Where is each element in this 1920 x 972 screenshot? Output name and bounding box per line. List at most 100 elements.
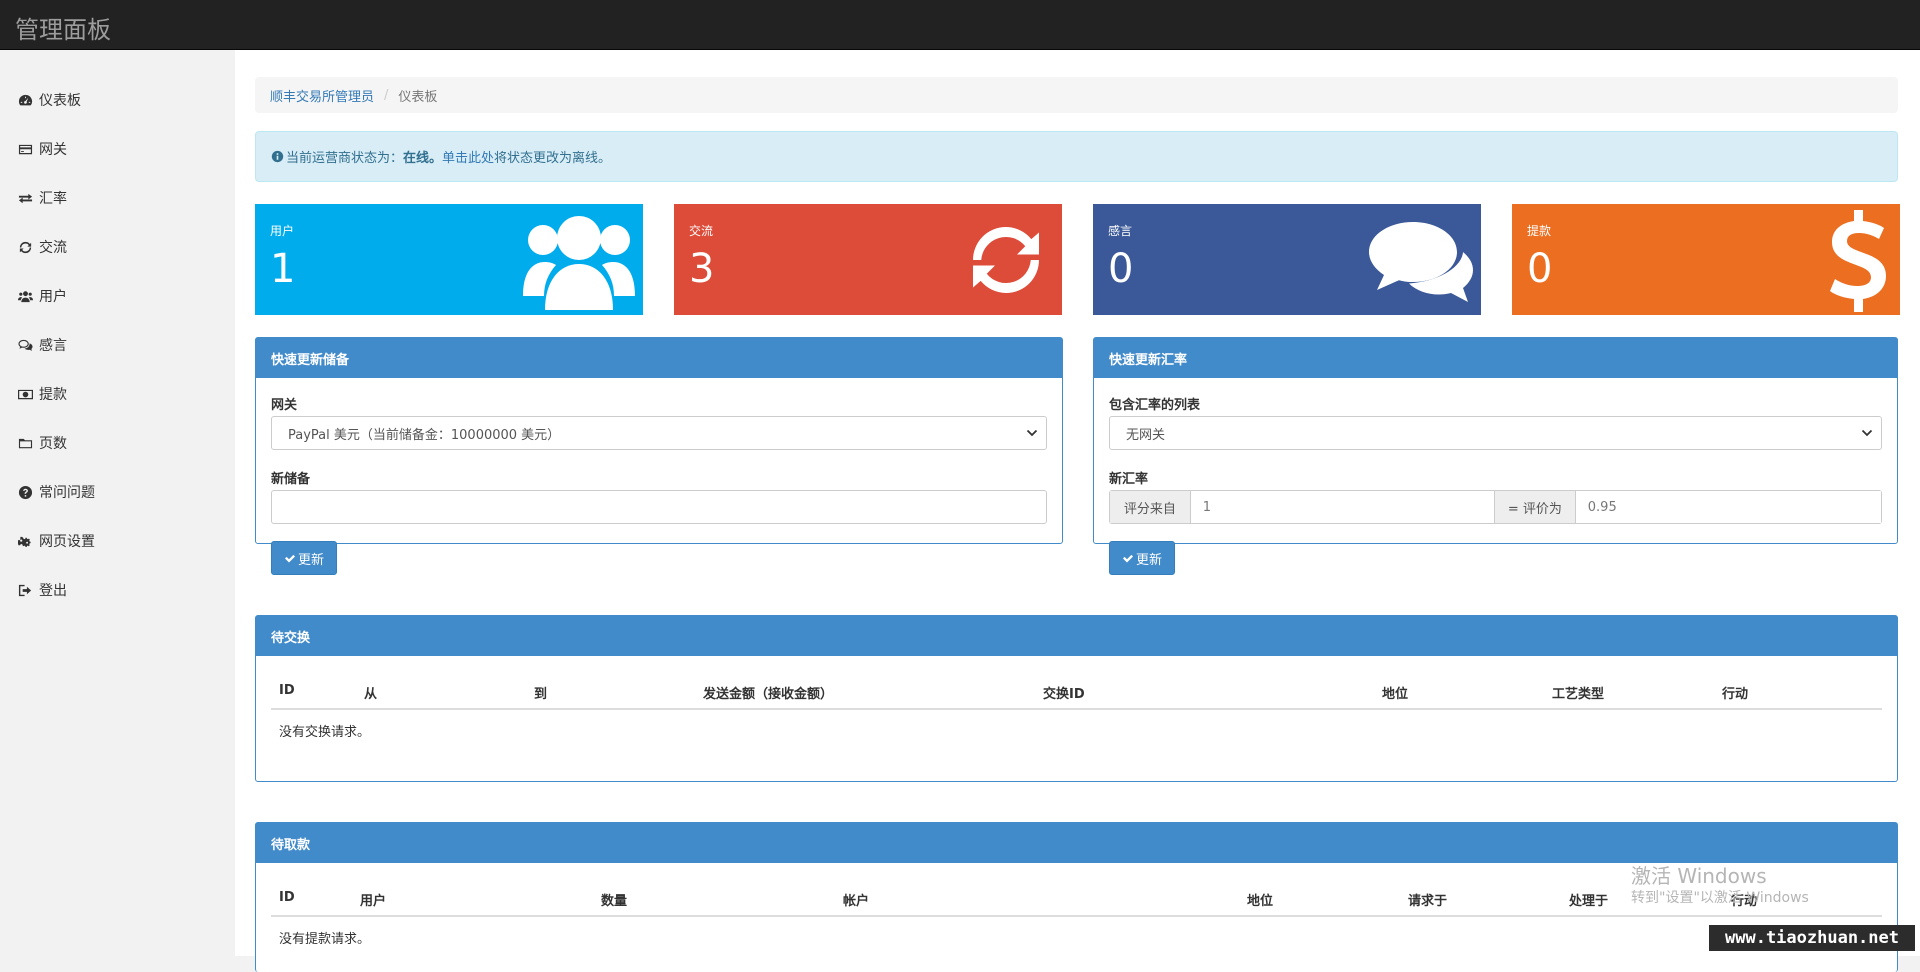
stat-tile-testimonials[interactable]: 感言 0 <box>1093 204 1481 315</box>
table-header-cell: ID <box>279 683 295 698</box>
windows-activation-subtitle: 转到"设置"以激活 Windows <box>1631 890 1809 906</box>
sidebar-item-label: 提款 <box>39 387 67 403</box>
refresh-icon <box>19 241 32 253</box>
stat-tile-users[interactable]: 用户 1 <box>255 204 643 315</box>
check-icon <box>285 554 295 563</box>
brand-title[interactable]: 管理面板 <box>15 10 111 45</box>
sidebar-item-label: 汇率 <box>39 191 67 207</box>
sidebar-item-label: 页数 <box>39 436 67 452</box>
sidebar-item-withdrawals[interactable]: 提款 <box>18 382 67 406</box>
breadcrumb-root-link[interactable]: 顺丰交易所管理员 <box>270 86 374 105</box>
folder-icon <box>18 438 33 448</box>
sidebar-item-dashboard[interactable]: 仪表板 <box>18 88 81 112</box>
new-rate-label: 新汇率 <box>1109 472 1149 487</box>
table-header-divider <box>271 915 1882 917</box>
table-header-cell: ID <box>279 890 295 905</box>
stat-value: 0 <box>1108 246 1134 292</box>
table-header-cell: 交换ID <box>1043 687 1085 702</box>
comments-icon <box>1369 222 1473 302</box>
alert-prefix: 当前运营商状态为： <box>286 151 404 166</box>
gateway-label: 网关 <box>271 398 298 413</box>
credit-card-icon <box>18 144 33 154</box>
table-header-divider <box>271 708 1882 710</box>
info-circle-icon <box>271 150 284 163</box>
top-navbar: 管理面板 <box>0 0 1920 50</box>
sidebar-item-faq[interactable]: 常问问题 <box>18 480 95 504</box>
cogs-icon <box>18 536 31 547</box>
table-header-cell: 请求于 <box>1408 894 1448 909</box>
gateway-select[interactable]: PayPal 美元（当前储备金：10000000 美元） <box>271 416 1047 450</box>
exchange-icon <box>18 193 33 203</box>
sidebar-item-label: 交流 <box>39 240 67 256</box>
update-reserve-button-label: 更新 <box>298 552 325 568</box>
rate-list-select[interactable]: 无网关 <box>1109 416 1882 450</box>
gateway-select-value: PayPal 美元（当前储备金：10000000 美元） <box>288 427 561 443</box>
breadcrumb: 顺丰交易所管理员 / 仪表板 <box>255 77 1898 113</box>
new-reserve-input[interactable] <box>271 490 1047 524</box>
update-rate-button-label: 更新 <box>1136 552 1163 568</box>
sidebar: 仪表板 网关 汇率 交流 用户 感言 提款 页数 常问问题 网页设置 登出 <box>0 50 235 956</box>
stat-label: 感言 <box>1108 224 1133 238</box>
sidebar-item-users[interactable]: 用户 <box>18 284 67 308</box>
sidebar-item-label: 网页设置 <box>39 534 95 550</box>
stat-value: 1 <box>270 246 296 292</box>
sidebar-item-label: 感言 <box>39 338 67 354</box>
sidebar-item-pages[interactable]: 页数 <box>18 431 67 455</box>
stat-label: 提款 <box>1527 224 1552 238</box>
table-header-cell: 工艺类型 <box>1552 687 1605 702</box>
table-header-cell: 处理于 <box>1569 894 1609 909</box>
stat-tile-exchanges[interactable]: 交流 3 <box>674 204 1062 315</box>
table-header-cell: 从 <box>364 687 378 702</box>
check-icon <box>1123 554 1133 563</box>
stat-label: 交流 <box>689 224 714 238</box>
rate-from-input[interactable]: 1 <box>1190 491 1495 523</box>
table-header-cell: 用户 <box>360 894 387 909</box>
pending-exchanges-panel: 待交换 ID 从 到 发送金额（接收金额） 交换ID 地位 工艺类型 行动 没有… <box>255 615 1898 782</box>
chevron-down-icon <box>1026 429 1038 437</box>
users-icon <box>523 216 635 310</box>
panel-title: 快速更新汇率 <box>1094 338 1897 378</box>
panel-title: 快速更新储备 <box>256 338 1062 378</box>
breadcrumb-separator: / <box>384 87 389 103</box>
chevron-down-icon <box>1861 429 1873 437</box>
sidebar-item-label: 登出 <box>39 583 67 599</box>
sidebar-item-exchanges[interactable]: 交流 <box>18 235 67 259</box>
table-header-cell: 帐户 <box>843 894 870 909</box>
stat-value: 3 <box>689 246 715 292</box>
dashboard-icon <box>18 94 33 105</box>
sidebar-item-label: 常问问题 <box>39 485 95 501</box>
panel-title: 待取款 <box>256 823 1897 863</box>
dollar-icon <box>1830 210 1886 312</box>
alert-toggle-link[interactable]: 单击此处 <box>442 147 494 166</box>
sidebar-item-gateways[interactable]: 网关 <box>18 137 67 161</box>
sidebar-item-logout[interactable]: 登出 <box>18 578 67 602</box>
update-rate-button[interactable]: 更新 <box>1109 541 1176 575</box>
update-reserve-button[interactable]: 更新 <box>271 541 338 575</box>
operator-status-alert: 当前运营商状态为： 在线。 单击此处 将状态更改为离线。 <box>255 131 1898 182</box>
sidebar-item-testimonials[interactable]: 感言 <box>18 333 67 357</box>
new-reserve-label: 新储备 <box>271 472 311 487</box>
rate-from-addon: 评分来自 <box>1110 491 1191 523</box>
comments-icon <box>18 339 33 351</box>
main-content: 顺丰交易所管理员 / 仪表板 当前运营商状态为： 在线。 单击此处 将状态更改为… <box>235 50 1920 972</box>
new-rate-input-group: 评分来自 1 = 评价为 0.95 <box>1109 490 1882 524</box>
stat-label: 用户 <box>270 224 295 238</box>
quick-update-reserve-panel: 快速更新储备 网关 PayPal 美元（当前储备金：10000000 美元） 新… <box>255 337 1063 575</box>
panel-title: 待交换 <box>256 616 1897 656</box>
sidebar-item-web-settings[interactable]: 网页设置 <box>18 529 95 553</box>
stat-tile-withdrawals[interactable]: 提款 0 <box>1512 204 1900 315</box>
table-header-cell: 地位 <box>1247 894 1274 909</box>
alert-suffix: 将状态更改为离线。 <box>494 151 612 166</box>
rate-to-addon: = 评价为 <box>1495 491 1576 523</box>
money-icon <box>18 389 33 399</box>
sidebar-item-label: 用户 <box>39 289 67 305</box>
empty-table-message: 没有提款请求。 <box>279 932 371 947</box>
rate-list-select-value: 无网关 <box>1126 427 1166 443</box>
site-watermark: www.tiaozhuan.net <box>1709 925 1915 951</box>
rate-to-input[interactable]: 0.95 <box>1575 491 1881 523</box>
windows-activation-title: 激活 Windows <box>1631 864 1767 888</box>
table-header-cell: 地位 <box>1382 687 1409 702</box>
sign-out-icon <box>18 584 32 596</box>
refresh-icon <box>973 227 1039 293</box>
sidebar-item-rates[interactable]: 汇率 <box>18 186 67 210</box>
